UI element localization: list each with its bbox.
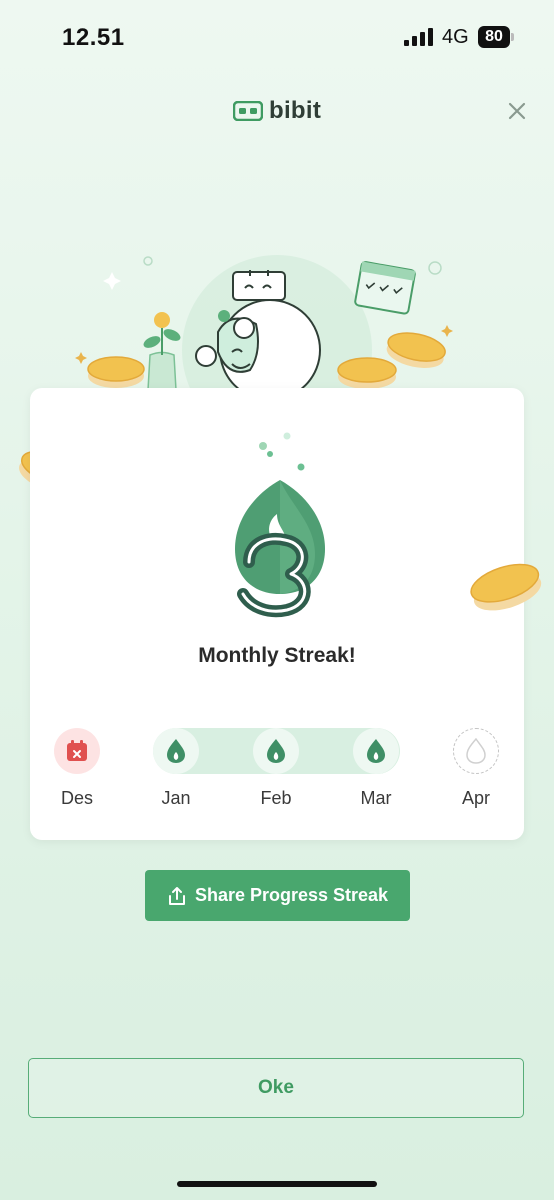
month-feb: Feb	[241, 728, 311, 809]
bibit-logo-icon	[233, 101, 263, 121]
month-label: Apr	[461, 788, 490, 808]
month-mar: Mar	[341, 728, 411, 809]
brand-header: bibit	[233, 96, 321, 126]
status-bar: 12.51 4G 80	[0, 0, 554, 70]
close-icon[interactable]	[504, 98, 530, 124]
flame-icon	[353, 728, 399, 774]
month-label: Jan	[161, 788, 191, 808]
coin-icon	[386, 332, 446, 368]
ok-button[interactable]: Oke	[28, 1058, 524, 1118]
month-label: Feb	[260, 788, 292, 808]
mascot-illustration	[75, 255, 453, 410]
home-indicator	[177, 1181, 377, 1187]
brand-name: bibit	[269, 97, 322, 124]
streak-title: Monthly Streak!	[198, 644, 356, 667]
month-label: Des	[60, 788, 93, 808]
month-label: Mar	[360, 788, 392, 808]
share-button-label: Share Progress Streak	[194, 885, 389, 905]
ok-button-label: Oke	[258, 1077, 294, 1098]
status-time: 12.51	[62, 24, 125, 51]
month-jan: Jan	[141, 728, 211, 809]
network-type: 4G	[442, 26, 469, 48]
signal-icon	[404, 28, 433, 46]
flame-icon	[253, 728, 299, 774]
battery-tip	[511, 33, 514, 41]
flame-outline-icon	[453, 728, 499, 774]
share-progress-button[interactable]: Share Progress Streak	[145, 870, 410, 921]
calendar-missed-icon	[54, 728, 100, 774]
month-apr: Apr	[441, 728, 511, 809]
coin-icon	[470, 563, 542, 611]
streak-flame-icon	[235, 432, 325, 618]
battery-icon: 80	[478, 26, 510, 48]
streak-card: Monthly Streak! Des Jan Feb Mar Apr	[30, 388, 524, 840]
share-icon	[168, 886, 185, 905]
month-des: Des	[42, 728, 112, 809]
flame-icon	[153, 728, 199, 774]
coin-icon	[87, 356, 145, 388]
